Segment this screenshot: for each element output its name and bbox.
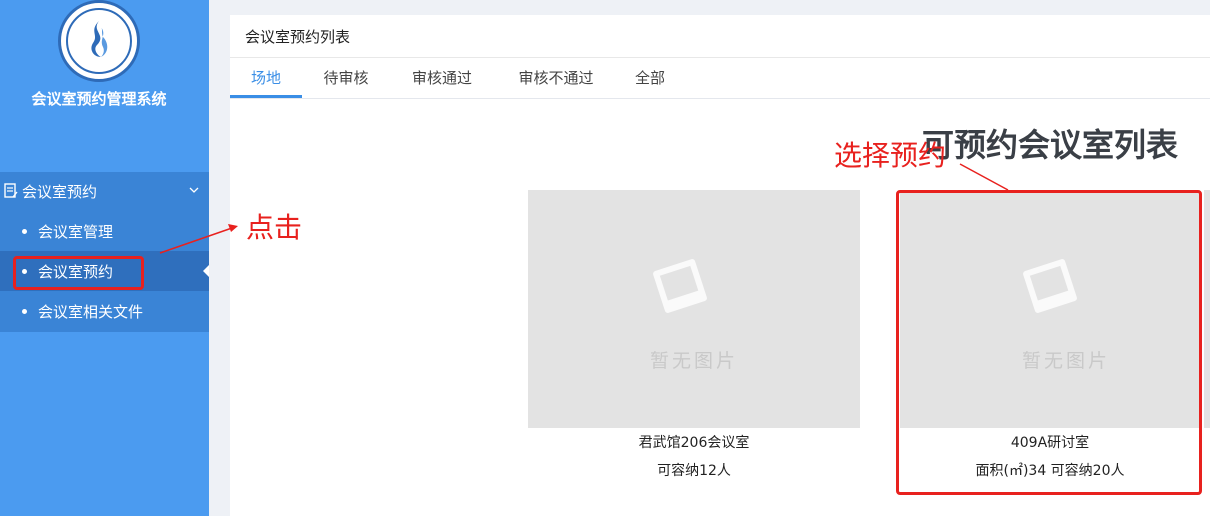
annotation-arrow-line — [159, 227, 233, 254]
annotation-arrow-line — [959, 163, 1009, 191]
annotation-arrowhead-icon — [228, 224, 238, 232]
annotation-arrows — [159, 163, 1009, 254]
